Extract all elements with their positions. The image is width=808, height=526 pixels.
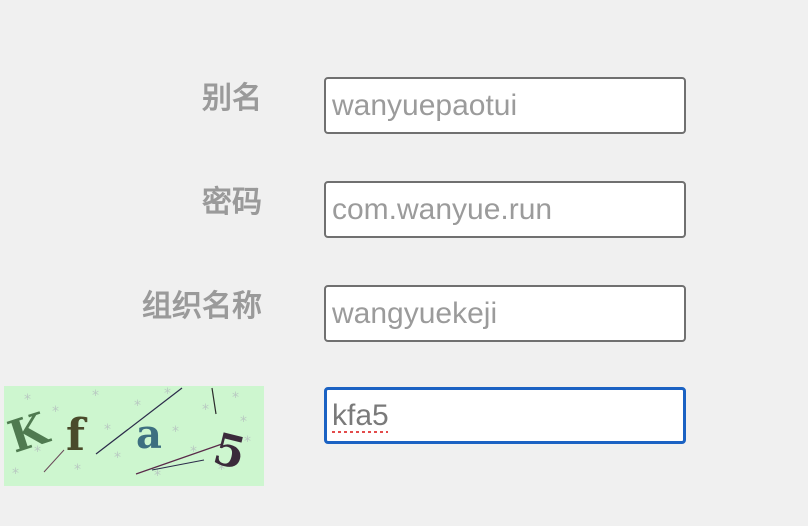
captcha-char: a bbox=[136, 411, 162, 458]
alias-input[interactable] bbox=[324, 77, 686, 134]
captcha-char: 5 bbox=[208, 423, 250, 480]
captcha-input[interactable] bbox=[324, 387, 686, 444]
svg-text:*: * bbox=[172, 424, 179, 440]
captcha-image[interactable]: * * * * * * * * * * * * * * * * * * K f a 5 bbox=[4, 386, 264, 486]
svg-text:*: * bbox=[104, 422, 111, 438]
captcha-char: f bbox=[66, 410, 88, 461]
svg-text:*: * bbox=[52, 404, 59, 420]
svg-text:*: * bbox=[190, 444, 197, 460]
org-name-input[interactable] bbox=[324, 285, 686, 342]
captcha-char: K bbox=[4, 403, 56, 464]
password-label: 密码 bbox=[202, 185, 262, 220]
password-input[interactable] bbox=[324, 181, 686, 238]
svg-text:*: * bbox=[12, 466, 19, 482]
svg-text:*: * bbox=[92, 388, 99, 404]
svg-text:*: * bbox=[154, 468, 161, 484]
captcha-graphic: *** *** *** *** *** * ** K f a 5 bbox=[4, 386, 251, 484]
svg-text:*: * bbox=[232, 390, 239, 406]
svg-text:*: * bbox=[74, 462, 81, 478]
alias-label: 别名 bbox=[202, 81, 262, 116]
svg-text:*: * bbox=[202, 402, 209, 418]
svg-text:*: * bbox=[114, 450, 121, 466]
org-name-label: 组织名称 bbox=[142, 289, 262, 324]
